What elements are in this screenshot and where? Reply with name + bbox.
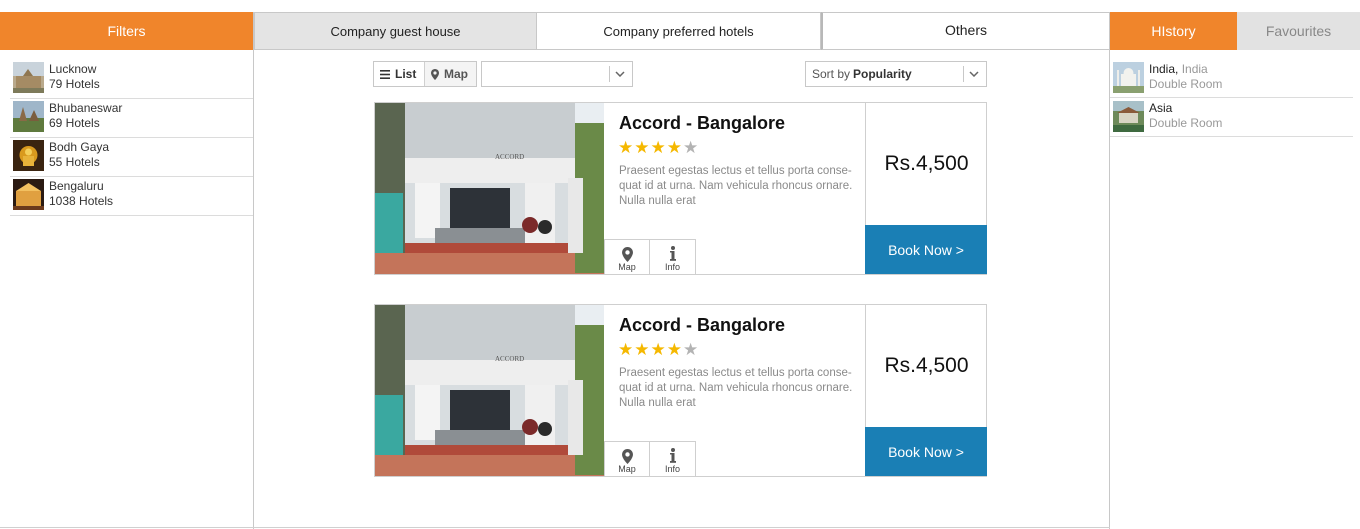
star-icon: ★	[650, 340, 666, 359]
city-item-bodh-gaya[interactable]: Bodh Gaya 55 Hotels	[10, 138, 253, 177]
map-action-label: Map	[618, 464, 636, 474]
map-pin-icon	[621, 247, 633, 262]
chevron-down-icon	[615, 71, 625, 77]
hotel-name[interactable]: Accord - Bangalore	[619, 113, 785, 134]
history-item[interactable]: Asia Double Room	[1110, 98, 1353, 137]
star-icon: ★	[618, 138, 634, 157]
history-room-type: Double Room	[1149, 116, 1223, 130]
city-name: Bodh Gaya	[49, 140, 110, 154]
history-room-type: Double Room	[1149, 77, 1223, 91]
hotel-photo[interactable]: ACCORD	[375, 305, 604, 476]
star-icon: ★	[618, 340, 634, 359]
city-hotel-count: 55 Hotels	[49, 155, 100, 169]
chevron-down-icon	[969, 71, 979, 77]
map-action-button[interactable]: Map	[604, 239, 650, 274]
bodh-gaya-thumbnail	[13, 140, 44, 171]
city-hotel-count: 1038 Hotels	[49, 194, 114, 208]
map-view-button[interactable]: Map	[425, 62, 474, 86]
filters-panel: Filters Lucknow 79 Hotels Bhubaneswar 69…	[0, 12, 254, 529]
card-actions: Map Info	[604, 441, 696, 476]
city-name: Bhubaneswar	[49, 101, 123, 115]
star-empty-icon: ★	[683, 138, 699, 157]
map-action-label: Map	[618, 262, 636, 272]
info-icon	[669, 246, 676, 261]
tab-company-guest-house[interactable]: Company guest house	[254, 12, 537, 50]
hotel-description: Praesent egestas lectus et tellus porta …	[619, 367, 853, 409]
history-title: India,	[1149, 62, 1179, 76]
map-view-label: Map	[444, 67, 468, 81]
city-item-bhubaneswar[interactable]: Bhubaneswar 69 Hotels	[10, 99, 253, 138]
tab-favourites[interactable]: Favourites	[1237, 12, 1360, 50]
star-icon: ★	[634, 138, 650, 157]
filters-header[interactable]: Filters	[0, 12, 253, 50]
tab-company-preferred-hotels[interactable]: Company preferred hotels	[537, 12, 821, 50]
info-action-label: Info	[664, 464, 680, 474]
photo-sign-text: ACCORD	[495, 355, 524, 363]
history-list: India, India Double Room Asia Double Roo…	[1110, 59, 1353, 137]
city-list: Lucknow 79 Hotels Bhubaneswar 69 Hotels …	[0, 50, 253, 216]
card-actions: Map Info	[604, 239, 696, 274]
hotel-photo[interactable]: ACCORD	[375, 103, 604, 274]
history-item[interactable]: India, India Double Room	[1110, 59, 1353, 98]
city-item-lucknow[interactable]: Lucknow 79 Hotels	[10, 60, 253, 99]
lucknow-thumbnail	[13, 62, 44, 93]
hotel-description: Praesent egestas lectus et tellus porta …	[619, 165, 853, 207]
hotel-price: Rs.4,500	[865, 305, 987, 427]
star-icon: ★	[634, 340, 650, 359]
tab-history[interactable]: HIstory	[1110, 12, 1237, 50]
info-icon	[669, 448, 676, 463]
city-name: Bengaluru	[49, 179, 104, 193]
city-item-bengaluru[interactable]: Bengaluru 1038 Hotels	[10, 177, 253, 216]
book-now-button[interactable]: Book Now >	[865, 225, 987, 274]
view-toggle: List Map	[373, 61, 477, 87]
hotel-name[interactable]: Accord - Bangalore	[619, 315, 785, 336]
hotel-price: Rs.4,500	[865, 103, 987, 225]
bengaluru-thumbnail	[13, 179, 44, 210]
asia-thumbnail	[1113, 101, 1144, 132]
history-favourites-tabs: HIstory Favourites	[1110, 12, 1360, 50]
map-pin-icon	[431, 68, 439, 80]
sort-select[interactable]: Sort by Popularity	[805, 61, 987, 87]
list-icon	[380, 69, 390, 79]
bhubaneswar-thumbnail	[13, 101, 44, 132]
hotel-card: ACCORD Accord - Bangalore ★ ★ ★ ★ ★ Prae…	[374, 304, 987, 477]
city-name: Lucknow	[49, 62, 97, 76]
category-tabs: Company guest house Company preferred ho…	[254, 12, 1110, 50]
map-pin-icon	[621, 449, 633, 464]
star-icon: ★	[650, 138, 666, 157]
list-view-button[interactable]: List	[374, 62, 425, 86]
hotel-card: ACCORD Accord - Bangalore ★ ★ ★ ★ ★ Prae…	[374, 102, 987, 275]
india-thumbnail	[1113, 62, 1144, 93]
info-action-label: Info	[664, 262, 680, 272]
history-title-suffix: India	[1181, 62, 1208, 76]
history-title: Asia	[1149, 101, 1173, 115]
book-now-button[interactable]: Book Now >	[865, 427, 987, 476]
star-rating: ★ ★ ★ ★ ★	[618, 139, 699, 156]
tab-others[interactable]: Others	[821, 12, 1110, 50]
info-action-button[interactable]: Info	[650, 239, 696, 274]
sort-label: Sort by	[812, 67, 851, 81]
list-view-label: List	[395, 67, 417, 81]
city-hotel-count: 79 Hotels	[49, 77, 100, 91]
info-action-button[interactable]: Info	[650, 441, 696, 476]
city-hotel-count: 69 Hotels	[49, 116, 100, 130]
map-action-button[interactable]: Map	[604, 441, 650, 476]
bottom-divider	[0, 527, 1110, 528]
photo-sign-text: ACCORD	[495, 153, 524, 161]
filter-select[interactable]	[481, 61, 633, 87]
sort-value: Popularity	[853, 67, 912, 81]
star-empty-icon: ★	[683, 340, 699, 359]
hotel-info: Accord - Bangalore ★ ★ ★ ★ ★ Praesent eg…	[604, 305, 865, 476]
star-icon: ★	[666, 340, 682, 359]
star-rating: ★ ★ ★ ★ ★	[618, 341, 699, 358]
star-icon: ★	[666, 138, 682, 157]
hotel-info: Accord - Bangalore ★ ★ ★ ★ ★ Praesent eg…	[604, 103, 865, 274]
